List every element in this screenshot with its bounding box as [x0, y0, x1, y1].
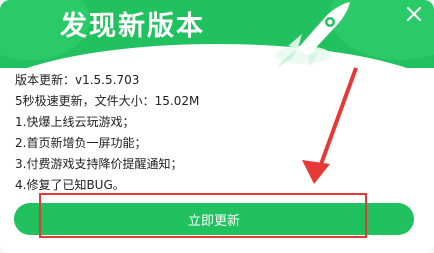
annotation-arrow-icon [302, 67, 358, 184]
update-note-item: 2.首页新增负一屏功能； [15, 136, 147, 150]
dialog-header: 发现新版本 [0, 0, 434, 68]
update-notes: 版本更新：v1.5.5.703 5秒极速更新，文件大小：15.02M 1.快爆上… [15, 70, 315, 196]
version-text: 版本更新：v1.5.5.703 [15, 73, 140, 87]
update-note-item: 3.付费游戏支持降价提醒通知； [15, 157, 183, 171]
close-icon[interactable] [404, 4, 424, 24]
update-note-item: 1.快爆上线云玩游戏； [15, 115, 135, 129]
rocket-icon [275, 2, 350, 68]
dialog-title: 发现新版本 [60, 11, 205, 42]
file-size-text: 5秒极速更新，文件大小：15.02M [15, 94, 200, 108]
annotation-highlight-box [39, 193, 367, 238]
